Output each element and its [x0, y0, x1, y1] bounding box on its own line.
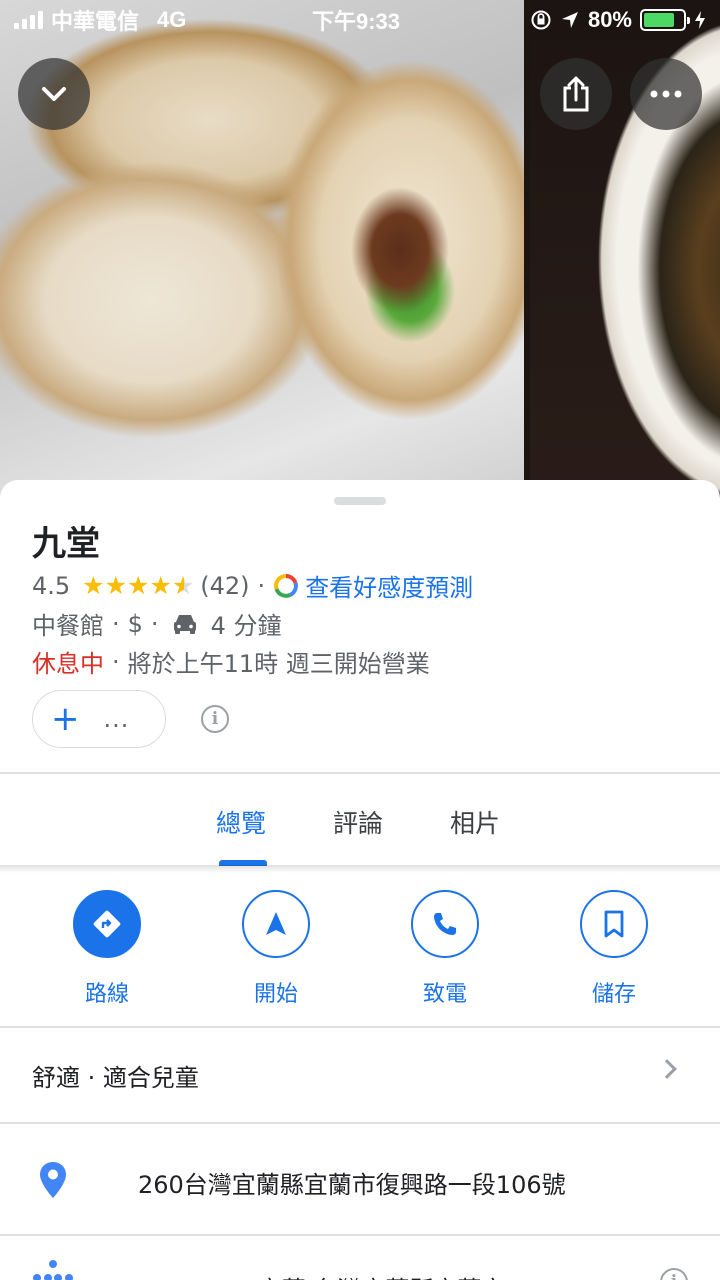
bookmark-icon — [604, 910, 624, 938]
share-button[interactable] — [540, 58, 612, 130]
drive-time: 4 分鐘 — [210, 612, 282, 640]
drag-handle[interactable] — [334, 497, 386, 505]
star-icon: ★ — [104, 571, 128, 600]
plus-code-text: P9X3+56 宜蘭 台灣宜蘭縣宜蘭市 — [138, 1270, 505, 1280]
photo-carousel[interactable] — [0, 0, 720, 500]
call-button[interactable]: 致電 — [390, 890, 500, 1008]
plus-code-icon — [33, 1260, 73, 1280]
rating-row: 4.5 ★ ★ ★ ★ ★ (42) · 查看好感度預測 — [32, 568, 473, 603]
more-options-button[interactable] — [630, 58, 702, 130]
directions-button[interactable]: 路線 — [52, 890, 162, 1008]
info-icon[interactable]: i — [201, 705, 229, 733]
directions-circle — [73, 890, 141, 958]
divider — [0, 1122, 720, 1124]
rating-value: 4.5 — [32, 571, 71, 600]
half-star-icon: ★ — [171, 571, 195, 600]
rating-stars: ★ ★ ★ ★ ★ — [82, 573, 194, 598]
chevron-right-icon — [657, 1059, 677, 1079]
directions-icon — [93, 910, 121, 938]
place-sheet: 九堂 4.5 ★ ★ ★ ★ ★ (42) · 查看好感度預測 中餐館 · $ … — [0, 480, 720, 1280]
battery-percent: 80% — [587, 7, 632, 32]
place-title: 九堂 — [32, 524, 100, 564]
call-label: 致電 — [422, 982, 467, 1007]
more-horizontal-icon — [650, 90, 682, 98]
status-bar: 中華電信 4G 下午9:33 80% — [0, 0, 720, 40]
save-button[interactable]: 儲存 — [559, 890, 669, 1008]
plus-code-row[interactable]: P9X3+56 宜蘭 台灣宜蘭縣宜蘭市 i — [0, 1240, 720, 1280]
navigation-icon — [266, 912, 286, 935]
amenities-row[interactable]: 舒適 · 適合兒童 — [0, 1028, 720, 1122]
start-label: 開始 — [253, 982, 298, 1007]
directions-label: 路線 — [84, 982, 129, 1007]
add-button[interactable]: + ... — [32, 690, 166, 748]
save-label: 儲存 — [591, 982, 636, 1007]
amenities-text: 舒適 · 適合兒童 — [32, 1063, 199, 1092]
tab-bar: 總覽 評論 相片 — [0, 774, 720, 868]
review-count[interactable]: (42) — [200, 572, 249, 600]
star-icon: ★ — [127, 571, 150, 600]
start-button[interactable]: 開始 — [221, 890, 331, 1008]
charging-icon — [695, 11, 705, 29]
start-circle — [242, 890, 310, 958]
chevron-down-icon — [42, 87, 66, 101]
plus-icon: + — [51, 699, 80, 739]
signal-icon — [14, 11, 43, 29]
tab-overview[interactable]: 總覽 — [216, 804, 266, 840]
address-row[interactable]: 260台灣宜蘭縣宜蘭市復興路一段106號 — [0, 1125, 720, 1235]
battery-icon — [640, 9, 690, 31]
divider — [0, 1234, 720, 1236]
network-label: 4G — [157, 7, 187, 32]
tab-photos[interactable]: 相片 — [450, 804, 500, 840]
tab-reviews[interactable]: 評論 — [333, 804, 383, 840]
tab-bar-shadow — [0, 865, 720, 873]
star-icon: ★ — [149, 571, 172, 600]
call-circle — [411, 890, 479, 958]
hours-row[interactable]: 休息中 · 將於上午11時 週三開始營業 — [32, 644, 430, 679]
info-icon[interactable]: i — [660, 1268, 688, 1280]
address-text: 260台灣宜蘭縣宜蘭市復興路一段106號 — [138, 1171, 566, 1199]
popularity-prediction-link[interactable]: 查看好感度預測 — [305, 568, 473, 603]
location-pin-icon — [40, 1162, 66, 1198]
open-status: 休息中 — [32, 650, 104, 678]
star-icon: ★ — [82, 571, 105, 600]
orientation-lock-icon — [531, 10, 551, 30]
category-row: 中餐館 · $ · 4 分鐘 — [32, 606, 281, 641]
google-logo-icon — [274, 573, 299, 598]
status-time: 下午9:33 — [312, 9, 401, 34]
category-label: 中餐館 — [32, 612, 104, 640]
save-circle — [580, 890, 648, 958]
share-icon — [563, 76, 589, 112]
price-level: $ — [127, 609, 143, 638]
collapse-button[interactable] — [18, 58, 90, 130]
opening-hours: 將於上午11時 週三開始營業 — [127, 650, 430, 678]
location-arrow-icon — [561, 12, 578, 28]
action-buttons: 路線 開始 致電 儲存 — [0, 890, 720, 1010]
carrier-label: 中華電信 — [51, 9, 140, 34]
phone-icon — [434, 913, 456, 935]
add-ellipsis: ... — [103, 705, 130, 733]
car-icon — [173, 614, 196, 634]
